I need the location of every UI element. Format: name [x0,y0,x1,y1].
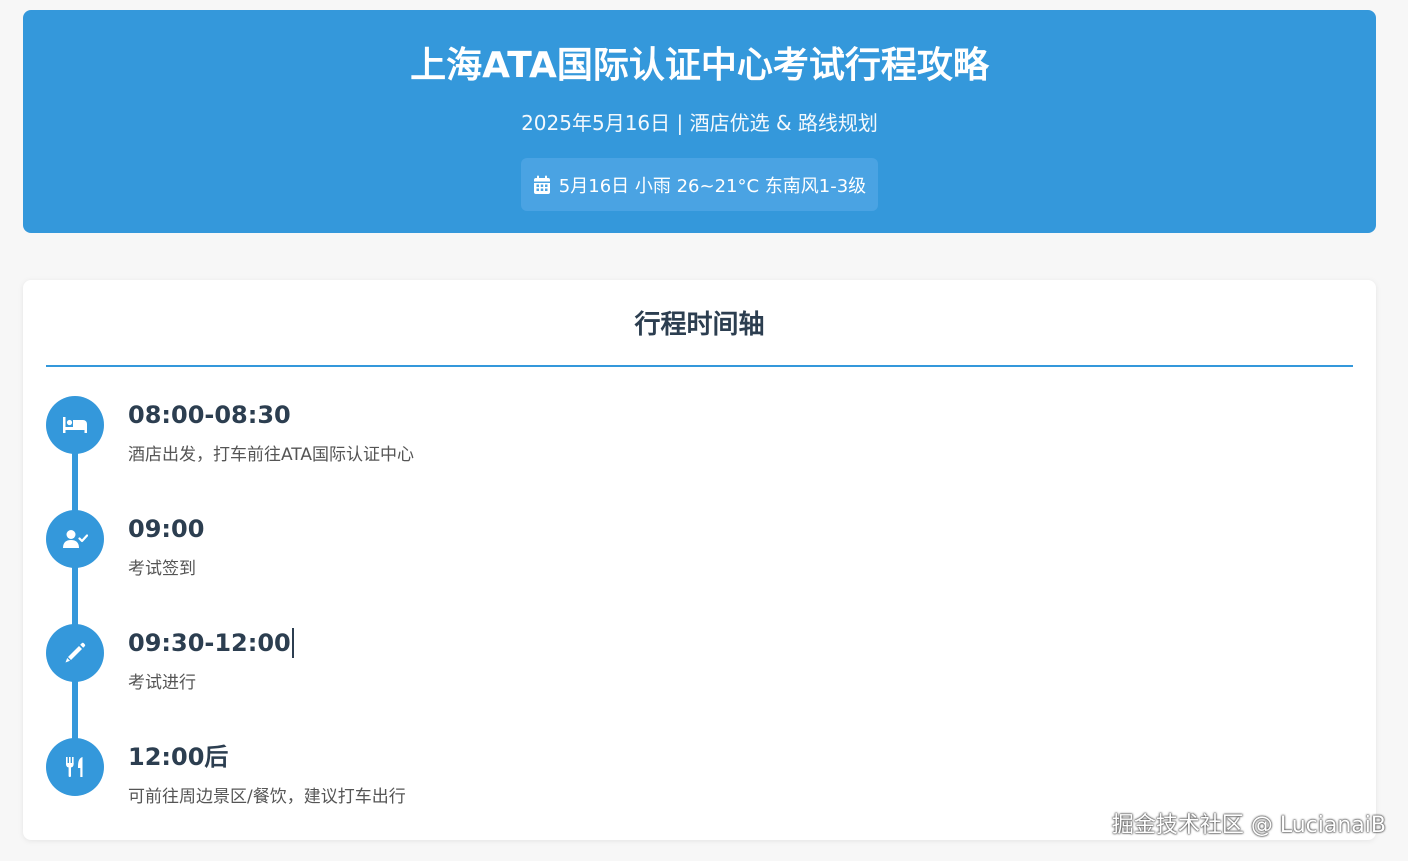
timeline-time: 09:30-12:00 [128,628,294,658]
timeline-item: 09:30-12:00 考试进行 [46,624,1353,714]
page-title: 上海ATA国际认证中心考试行程攻略 [410,45,989,86]
timeline-title: 行程时间轴 [634,310,765,340]
timeline-description: 可前往周边景区/餐饮，建议打车出行 [128,787,406,807]
timeline-description: 考试签到 [128,559,196,579]
timeline-time: 09:00 [128,515,205,543]
timeline-description: 酒店出发，打车前往ATA国际认证中心 [128,445,415,465]
calendar-icon [533,175,551,195]
pencil-icon [46,624,104,682]
timeline-description: 考试进行 [128,673,196,693]
text-cursor [291,628,294,658]
title-divider [46,365,1353,367]
timeline-card: 行程时间轴 08:00-08:30 酒店出发，打车前往ATA国际认证中心 09:… [23,280,1376,840]
utensils-icon [46,738,104,796]
bed-icon [46,396,104,454]
timeline-item: 08:00-08:30 酒店出发，打车前往ATA国际认证中心 [46,396,1353,486]
timeline-time: 12:00后 [128,743,229,771]
user-check-icon [46,510,104,568]
timeline-time: 08:00-08:30 [128,401,291,429]
timeline-item: 09:00 考试签到 [46,510,1353,600]
page-subtitle: 2025年5月16日 | 酒店优选 & 路线规划 [521,111,878,135]
header-banner: 上海ATA国际认证中心考试行程攻略 2025年5月16日 | 酒店优选 & 路线… [23,10,1376,233]
weather-text: 5月16日 小雨 26~21°C 东南风1-3级 [558,175,867,197]
weather-badge: 5月16日 小雨 26~21°C 东南风1-3级 [520,158,879,211]
watermark: 掘金技术社区 @ LucianaiB [1111,813,1386,838]
